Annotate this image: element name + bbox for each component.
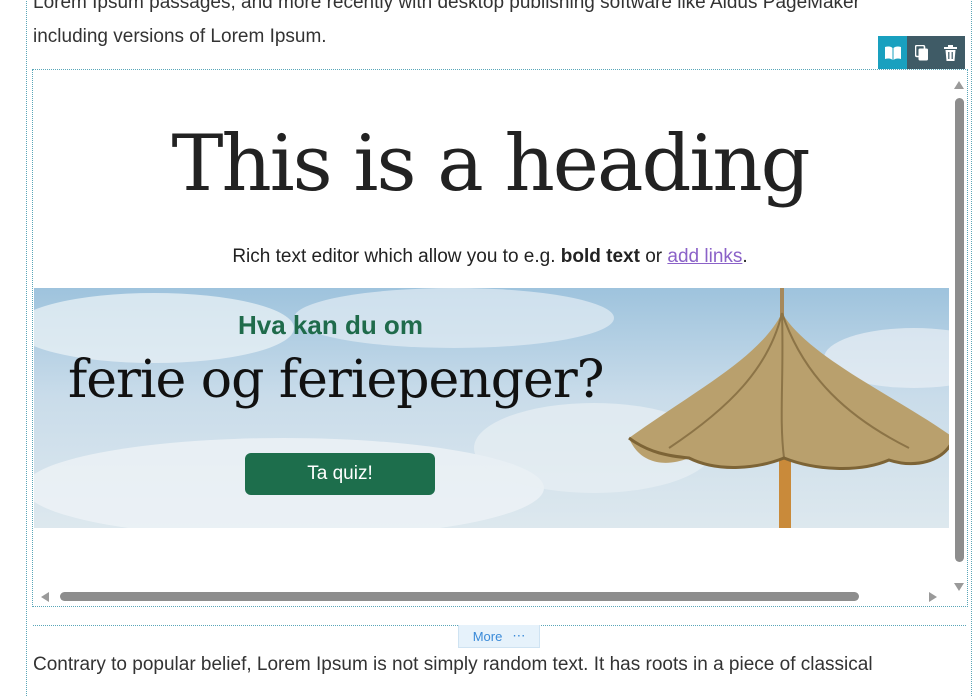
- take-quiz-button[interactable]: Ta quiz!: [245, 453, 435, 495]
- more-button[interactable]: More ⋯: [458, 625, 540, 648]
- delete-block-button[interactable]: [936, 36, 965, 69]
- straw-umbrella-image: [628, 288, 949, 528]
- quiz-banner: Hva kan du om ferie og feriepenger? Ta q…: [34, 288, 949, 528]
- vertical-scrollbar[interactable]: [952, 78, 966, 591]
- rich-text-suffix: .: [742, 246, 748, 267]
- open-block-button[interactable]: [878, 36, 907, 69]
- horizontal-scrollbar[interactable]: [33, 589, 965, 605]
- rich-text-prefix: Rich text editor which allow you to e.g.: [232, 246, 561, 267]
- add-links-link[interactable]: add links: [667, 246, 742, 267]
- banner-title: ferie og feriepenger?: [68, 350, 605, 410]
- block-toolbar: [878, 36, 965, 69]
- intro-line-2: including versions of Lorem Ipsum.: [33, 26, 327, 47]
- body-paragraph: Contrary to popular belief, Lorem Ipsum …: [33, 654, 873, 675]
- vertical-scroll-thumb[interactable]: [955, 98, 964, 562]
- scroll-right-arrow-icon[interactable]: [929, 592, 937, 602]
- block-heading: This is a heading: [171, 119, 810, 209]
- book-open-icon: [884, 45, 901, 60]
- rich-text-paragraph: Rich text editor which allow you to e.g.…: [33, 246, 947, 268]
- bold-text: bold text: [560, 246, 640, 267]
- banner-kicker: Hva kan du om: [238, 310, 423, 340]
- intro-paragraph: Lorem Ipsum passages, and more recently …: [33, 0, 963, 54]
- more-dots-icon: ⋯: [512, 628, 526, 643]
- copy-block-button[interactable]: [907, 36, 936, 69]
- scroll-up-arrow-icon[interactable]: [954, 81, 964, 89]
- embedded-block-preview[interactable]: This is a heading Rich text editor which…: [32, 69, 968, 607]
- more-label: More: [472, 628, 503, 644]
- intro-line-1: Lorem Ipsum passages, and more recently …: [33, 0, 860, 13]
- horizontal-scroll-thumb[interactable]: [60, 592, 859, 601]
- trash-icon: [944, 44, 957, 61]
- copy-icon: [914, 44, 928, 60]
- rich-text-mid: or: [639, 246, 668, 267]
- scroll-left-arrow-icon[interactable]: [41, 592, 49, 602]
